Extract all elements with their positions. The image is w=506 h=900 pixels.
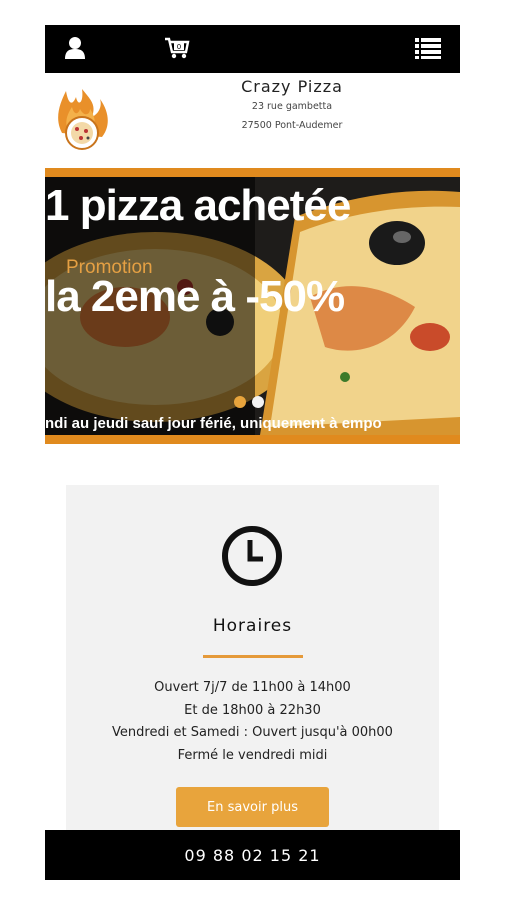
pizza-flame-logo[interactable] — [52, 83, 112, 153]
shop-name: Crazy Pizza — [241, 77, 343, 96]
carousel-dot-2[interactable] — [252, 396, 264, 408]
carousel-dot-1[interactable] — [234, 396, 246, 408]
hours-line: Ouvert 7j/7 de 11h00 à 14h00 — [154, 680, 351, 695]
opening-hours-card: Horaires Ouvert 7j/7 de 11h00 à 14h00 Et… — [66, 485, 439, 830]
cart-count: 0 — [177, 43, 181, 51]
menu-list-icon[interactable] — [415, 35, 441, 61]
banner-conditions: ndi au jeudi sauf jour férié, uniquement… — [45, 415, 382, 432]
cart-icon[interactable]: 0 — [164, 35, 190, 61]
promo-banner-image: 1 pizza achetée Promotion la 2eme à -50%… — [45, 177, 460, 435]
top-navigation-bar: 0 — [45, 25, 460, 73]
hours-line: Fermé le vendredi midi — [177, 748, 328, 763]
shop-address-street: 23 rue gambetta — [251, 101, 333, 112]
banner-offer: la 2eme à -50% — [45, 272, 345, 321]
phone-number[interactable]: 09 88 02 15 21 — [184, 846, 320, 865]
app-screen: 0 Crazy Pizza 23 rue gambetta 27500 Pont… — [45, 25, 460, 880]
banner-headline: 1 pizza achetée — [45, 181, 351, 230]
phone-call-bar[interactable]: 09 88 02 15 21 — [45, 830, 460, 880]
hours-title: Horaires — [212, 616, 293, 636]
hours-line: Et de 18h00 à 22h30 — [184, 703, 321, 718]
shop-address-city: 27500 Pont-Audemer — [241, 120, 343, 131]
shop-header: Crazy Pizza 23 rue gambetta 27500 Pont-A… — [45, 73, 460, 163]
carousel-indicators — [234, 396, 264, 408]
user-icon[interactable] — [62, 35, 88, 61]
hours-line: Vendredi et Samedi : Ouvert jusqu'à 00h0… — [112, 725, 393, 740]
clock-icon — [221, 525, 283, 587]
promo-banner-carousel[interactable]: 1 pizza achetée Promotion la 2eme à -50%… — [45, 168, 460, 444]
learn-more-button[interactable]: En savoir plus — [176, 787, 329, 827]
title-underline — [203, 655, 303, 658]
